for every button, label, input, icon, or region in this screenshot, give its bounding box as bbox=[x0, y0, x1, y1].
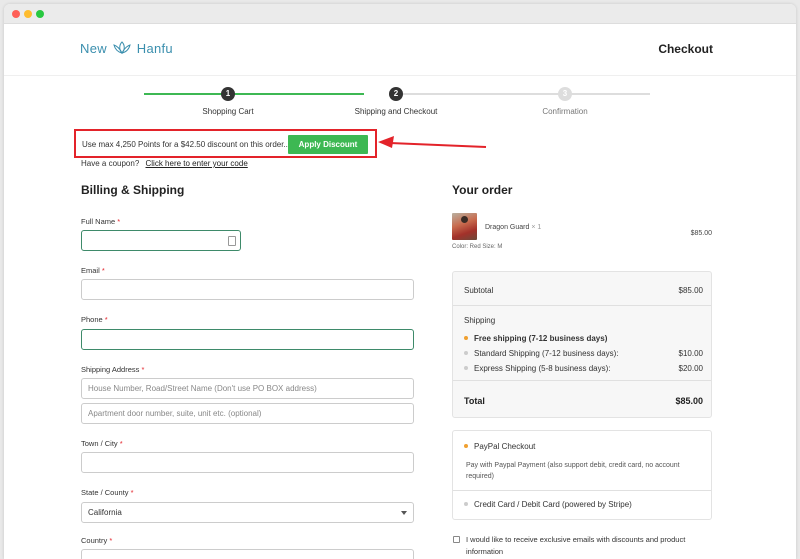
subtotal-value: $85.00 bbox=[678, 286, 703, 295]
contact-card-icon bbox=[228, 236, 236, 246]
progress-line-done bbox=[144, 93, 364, 95]
logo-text-left: New bbox=[80, 41, 107, 56]
radio-selected-icon[interactable] bbox=[464, 444, 468, 448]
chevron-down-icon bbox=[401, 511, 407, 515]
points-discount-banner: Use max 4,250 Points for a $42.50 discou… bbox=[74, 129, 377, 158]
coupon-prompt: Have a coupon? bbox=[81, 159, 140, 168]
product-quantity: × 1 bbox=[531, 224, 542, 231]
lotus-icon bbox=[113, 41, 131, 54]
minimize-window-icon[interactable] bbox=[24, 10, 32, 18]
window-titlebar bbox=[4, 4, 796, 24]
shipping-address-label: Shipping Address * bbox=[81, 365, 145, 374]
checkout-progress: 1 2 3 Shopping Cart Shipping and Checkou… bbox=[4, 84, 796, 124]
city-label: Town / City * bbox=[81, 439, 123, 448]
summary-divider bbox=[453, 305, 711, 306]
product-thumbnail[interactable] bbox=[452, 213, 477, 240]
points-discount-text: Use max 4,250 Points for a $42.50 discou… bbox=[82, 140, 291, 149]
state-label: State / County * bbox=[81, 488, 134, 497]
step-1-label[interactable]: Shopping Cart bbox=[202, 107, 253, 116]
phone-label: Phone * bbox=[81, 315, 108, 324]
browser-window: New Hanfu Checkout 1 2 3 Shopping Cart S… bbox=[4, 4, 796, 559]
product-name: Dragon Guard × 1 bbox=[485, 224, 542, 231]
address-line2-input[interactable]: Apartment door number, suite, unit etc. … bbox=[81, 403, 414, 424]
email-optin-checkbox[interactable] bbox=[453, 536, 460, 543]
maximize-window-icon[interactable] bbox=[36, 10, 44, 18]
total-label: Total bbox=[464, 396, 485, 406]
product-variant: Color: Red Size: M bbox=[452, 244, 503, 250]
email-optin-label[interactable]: I would like to receive exclusive emails… bbox=[466, 534, 706, 558]
step-3-circle: 3 bbox=[558, 87, 572, 101]
shipping-label: Shipping bbox=[464, 316, 496, 325]
payment-divider bbox=[453, 490, 711, 491]
close-window-icon[interactable] bbox=[12, 10, 20, 18]
radio-selected-icon[interactable] bbox=[464, 336, 468, 340]
full-name-label: Full Name * bbox=[81, 217, 121, 226]
billing-title: Billing & Shipping bbox=[81, 183, 185, 197]
order-summary: Subtotal $85.00 Shipping Free shipping (… bbox=[452, 271, 712, 418]
apply-discount-button[interactable]: Apply Discount bbox=[288, 135, 368, 154]
country-label: Country * bbox=[81, 536, 113, 545]
state-selected-value: California bbox=[88, 508, 122, 517]
order-title: Your order bbox=[452, 183, 513, 197]
step-2-circle: 2 bbox=[389, 87, 403, 101]
coupon-notice: Have a coupon? Click here to enter your … bbox=[81, 159, 248, 168]
state-select[interactable]: California bbox=[81, 502, 414, 523]
radio-icon[interactable] bbox=[464, 366, 468, 370]
product-price: $85.00 bbox=[690, 230, 712, 237]
email-label: Email * bbox=[81, 266, 105, 275]
radio-icon[interactable] bbox=[464, 351, 468, 355]
payment-methods: PayPal Checkout Pay with Paypal Payment … bbox=[452, 430, 712, 520]
subtotal-label: Subtotal bbox=[464, 286, 494, 295]
summary-divider bbox=[453, 380, 711, 381]
enter-coupon-link[interactable]: Click here to enter your code bbox=[146, 159, 248, 168]
country-select[interactable] bbox=[81, 549, 414, 559]
arrow-annotation-icon bbox=[378, 136, 487, 148]
full-name-input[interactable] bbox=[81, 230, 241, 251]
site-header: New Hanfu Checkout bbox=[4, 24, 796, 76]
page-title: Checkout bbox=[658, 42, 713, 56]
email-input[interactable] bbox=[81, 279, 414, 300]
address-line1-input[interactable]: House Number, Road/Street Name (Don't us… bbox=[81, 378, 414, 399]
radio-icon[interactable] bbox=[464, 502, 468, 506]
logo-text-right: Hanfu bbox=[136, 41, 173, 56]
step-3-label: Confirmation bbox=[542, 107, 588, 116]
step-1-circle: 1 bbox=[221, 87, 235, 101]
step-2-label: Shipping and Checkout bbox=[354, 107, 438, 116]
paypal-description: Pay with Paypal Payment (also support de… bbox=[466, 462, 680, 480]
site-logo[interactable]: New Hanfu bbox=[80, 41, 173, 56]
phone-input[interactable] bbox=[81, 329, 414, 350]
total-value: $85.00 bbox=[675, 396, 703, 406]
city-input[interactable] bbox=[81, 452, 414, 473]
progress-line-pending bbox=[396, 93, 650, 95]
